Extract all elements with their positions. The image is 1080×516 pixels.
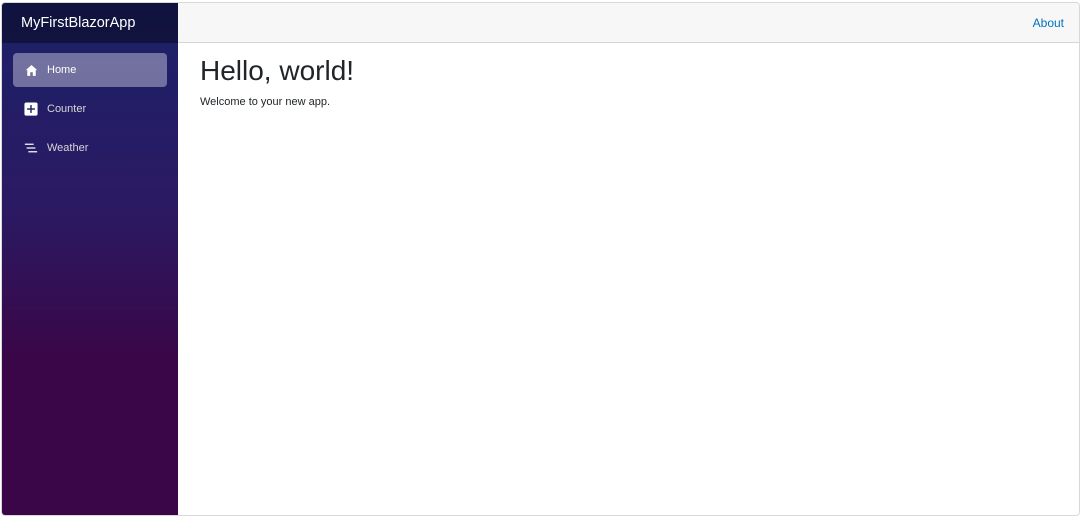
sidebar-item-counter[interactable]: Counter — [13, 92, 167, 126]
nav-menu: Home Counter Weather — [2, 43, 178, 165]
brand-title[interactable]: MyFirstBlazorApp — [21, 15, 135, 31]
plus-square-icon — [24, 102, 38, 116]
sidebar-item-weather[interactable]: Weather — [13, 131, 167, 165]
sidebar: MyFirstBlazorApp Home Counter Weather — [2, 3, 178, 515]
list-lines-icon — [24, 141, 38, 155]
page-content: Hello, world! Welcome to your new app. — [178, 43, 1079, 121]
main-area: About Hello, world! Welcome to your new … — [178, 3, 1079, 515]
sidebar-item-label: Counter — [47, 103, 87, 115]
brand-bar: MyFirstBlazorApp — [2, 3, 178, 43]
top-bar: About — [178, 3, 1079, 43]
sidebar-item-label: Home — [47, 64, 77, 76]
home-icon — [24, 63, 38, 77]
page-title: Hello, world! — [200, 55, 355, 86]
sidebar-item-label: Weather — [47, 142, 89, 154]
sidebar-item-home[interactable]: Home — [13, 53, 167, 87]
welcome-text: Welcome to your new app. — [200, 95, 331, 108]
about-link[interactable]: About — [1033, 16, 1064, 30]
app-window: MyFirstBlazorApp Home Counter Weather Ab… — [1, 2, 1080, 516]
